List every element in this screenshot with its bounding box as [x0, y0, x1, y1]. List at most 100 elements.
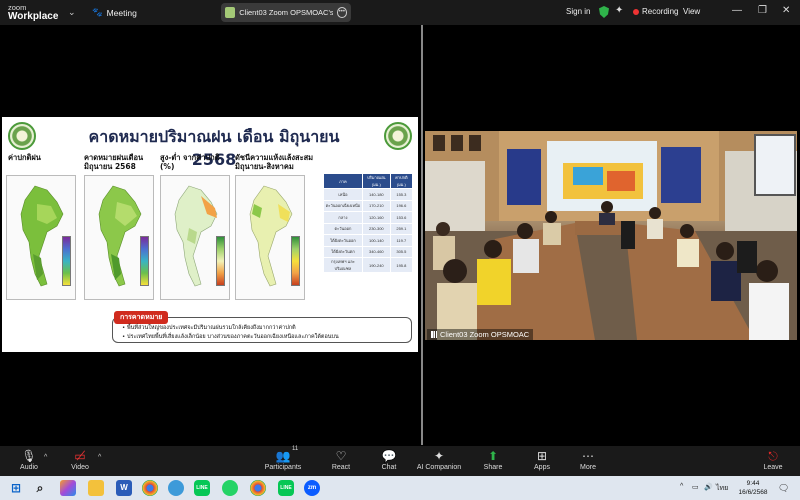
more-dots-icon: ⋯ [582, 449, 594, 463]
ai-companion-button[interactable]: ✦ AI Companion [413, 448, 465, 471]
zoom-icon[interactable]: zm [304, 480, 320, 496]
video-chevron-icon[interactable]: ^ [98, 454, 101, 461]
table-cell: 119.7 [389, 234, 414, 247]
table-cell: 259.1 [389, 222, 414, 235]
file-explorer-icon[interactable] [88, 480, 104, 496]
security-shield-icon[interactable] [599, 6, 609, 18]
line-icon-2[interactable]: LINE [278, 480, 294, 496]
chrome-icon-2[interactable] [250, 480, 266, 496]
apps-label: Apps [534, 464, 550, 471]
sign-in-link[interactable]: Sign in [566, 7, 590, 16]
meeting-room-video [425, 131, 797, 340]
share-label: Share [483, 464, 503, 471]
meeting-toolbar: 🎙 Audio ^ ▭̸ Video ^ 👥 Participants 11 ♡… [0, 446, 800, 476]
ai-sparkle-icon[interactable]: ✦ [615, 5, 623, 16]
table-cell: 140-180 [361, 188, 391, 201]
line-icon[interactable]: LINE [194, 480, 210, 496]
logo-line2: Workplace [8, 11, 59, 22]
table-cell: ตะวันออก [323, 222, 363, 235]
apps-grid-icon: ⊞ [536, 449, 548, 463]
participants-icon: 👥 [275, 449, 291, 463]
map-panel-drought [235, 175, 305, 300]
meeting-menu[interactable]: 🐾 Meeting [92, 7, 137, 18]
legend-bar [62, 236, 71, 286]
chevron-down-icon[interactable]: ⌄ [68, 7, 76, 18]
panel-label-normal: ค่าปกติฝน [8, 153, 41, 162]
table-row: กลาง 120-160 153.6 [323, 211, 414, 224]
col-header-region: ภาค [323, 173, 363, 189]
share-arrow-icon: ⬆ [487, 449, 499, 463]
chat-label: Chat [381, 464, 397, 471]
ai-sparkle-icon: ✦ [433, 449, 445, 463]
participants-label: Participants [264, 464, 302, 471]
more-label: More [580, 464, 596, 471]
table-row: ใต้ฝั่งตะวันตก 340-460 305.5 [323, 245, 414, 258]
table-cell: กลาง [323, 211, 363, 224]
map-panel-forecast [84, 175, 154, 300]
copilot-icon[interactable] [60, 480, 76, 496]
panel-label-drought: ดัชนีความแห้งแล้งสะสม มิถุนายน-สิงหาคม [235, 153, 314, 171]
forecast-line-2: • ประเทศไทยพื้นที่เสี่ยงแล้งเล็กน้อย บาง… [122, 334, 339, 340]
thailand-map-drought [249, 185, 293, 287]
notification-icon[interactable]: 🗨 [778, 483, 789, 494]
split-view-divider[interactable] [421, 25, 423, 445]
edge-icon[interactable] [168, 480, 184, 496]
paw-icon: 🐾 [92, 7, 103, 17]
view-menu[interactable]: View [683, 7, 700, 16]
tray-chevron-icon[interactable]: ^ [680, 483, 683, 490]
table-cell: ตะวันออกเฉียงเหนือ [323, 199, 363, 212]
audio-chevron-icon[interactable]: ^ [44, 454, 47, 461]
participant-video-tile[interactable] [425, 131, 797, 340]
apps-button[interactable]: ⊞ Apps [516, 448, 568, 471]
language-indicator[interactable]: ไทย [716, 483, 728, 494]
table-row: ตะวันออก 230-300 259.1 [323, 222, 414, 235]
recording-indicator[interactable]: Recording [633, 7, 678, 16]
table-cell: เหนือ [323, 188, 363, 201]
share-title: Client03 Zoom OPSMOAC's scre [239, 8, 333, 17]
signal-bars-icon [431, 331, 437, 338]
participant-name: Client03 Zoom OPSMOAC [440, 330, 530, 339]
col-header-forecast: ปริมาณฝน (มม.) [361, 173, 391, 189]
screen-share-pill[interactable]: Client03 Zoom OPSMOAC's scre ••• [221, 3, 351, 22]
legend-bar [216, 236, 225, 286]
table-row: ตะวันออกเฉียงเหนือ 170-210 196.6 [323, 199, 414, 212]
share-status-icon [225, 7, 236, 18]
leave-button[interactable]: ⎋ Leave [747, 448, 799, 471]
chat-button[interactable]: 💬 Chat [363, 448, 415, 471]
system-clock[interactable]: 9:44 16/6/2568 [735, 479, 771, 497]
more-button[interactable]: ⋯ More [562, 448, 614, 471]
shared-screen-slide: คาดหมายปริมาณฝน เดือน มิถุนายน 2568 ค่าป… [2, 117, 418, 352]
more-options-icon[interactable]: ••• [336, 7, 347, 18]
leave-label: Leave [763, 464, 783, 471]
participant-name-label: Client03 Zoom OPSMOAC [427, 329, 534, 340]
search-icon[interactable]: ⌕ [32, 480, 48, 496]
table-cell: 196.6 [389, 199, 414, 212]
volume-icon[interactable]: 🔊 [704, 483, 713, 491]
leave-door-icon: ⎋ [768, 449, 778, 463]
word-icon[interactable]: W [116, 480, 132, 496]
table-cell: 100-140 [361, 234, 391, 247]
windows-start-icon[interactable]: ⊞ [8, 480, 24, 496]
share-button[interactable]: ⬆ Share [467, 448, 519, 471]
table-header-row: ภาค ปริมาณฝน (มม.) ค่าปกติ (มม.) [323, 173, 414, 189]
whatsapp-icon[interactable] [222, 480, 238, 496]
windows-taskbar: ⊞ ⌕ W LINE LINE zm ^ ▭ 🔊 ไทย 9:44 16/6/2… [0, 476, 800, 500]
chrome-icon[interactable] [142, 480, 158, 496]
department-emblem-right [384, 122, 412, 150]
zoom-workplace-logo[interactable]: zoom Workplace [8, 3, 59, 22]
react-label: React [331, 464, 351, 471]
table-row: กรุงเทพฯ และปริมณฑล 190-240 195.8 [323, 257, 414, 273]
close-icon[interactable]: ✕ [782, 5, 790, 16]
rainfall-table: ภาค ปริมาณฝน (มม.) ค่าปกติ (มม.) เหนือ 14… [323, 173, 414, 273]
panel-label-deviation: สูง-ต่ำ จากค่าปกติ (%) [160, 153, 220, 171]
react-button[interactable]: ♡ React [315, 448, 367, 471]
restore-icon[interactable]: ❐ [758, 5, 767, 16]
table-cell: 170-210 [361, 199, 391, 212]
forecast-tag: การคาดหมาย [114, 311, 169, 324]
clock-date: 16/6/2568 [738, 489, 768, 496]
heart-icon: ♡ [335, 449, 347, 463]
meeting-label: Meeting [106, 7, 137, 18]
minimize-icon[interactable]: — [732, 5, 742, 16]
network-icon[interactable]: ▭ [692, 483, 699, 491]
participants-button[interactable]: 👥 Participants [257, 448, 309, 471]
